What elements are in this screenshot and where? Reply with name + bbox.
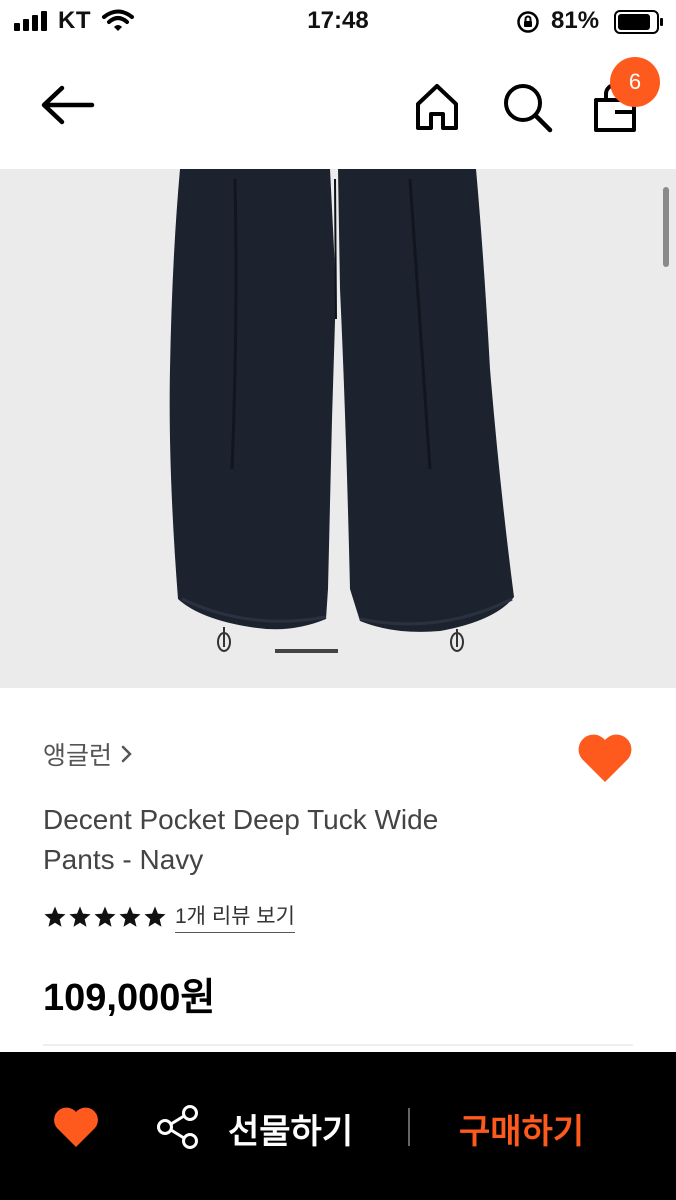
gift-button[interactable]: 선물하기 — [228, 1104, 353, 1153]
bottom-action-bar: 선물하기 구매하기 — [0, 1052, 676, 1200]
carousel-page-indicator — [275, 649, 338, 653]
nav-bar: 6 — [0, 44, 676, 169]
chevron-right-icon — [121, 745, 132, 763]
product-photo-pants — [169, 169, 514, 652]
buy-button[interactable]: 구매하기 — [459, 1104, 584, 1153]
brand-link[interactable]: 앵글런 — [43, 736, 134, 772]
star-icon — [69, 906, 91, 927]
heart-icon[interactable] — [52, 1105, 100, 1149]
scrollbar[interactable] — [663, 187, 669, 267]
star-icon — [94, 906, 116, 927]
orientation-lock-icon — [517, 11, 539, 33]
divider — [408, 1108, 410, 1146]
cart-count-badge: 6 — [610, 57, 660, 107]
product-image-carousel[interactable] — [0, 169, 676, 688]
star-icon — [44, 906, 66, 927]
star-icon — [119, 906, 141, 927]
status-bar: KT 17:48 81% — [0, 0, 676, 44]
star-icon — [144, 906, 166, 927]
brand-name: 앵글런 — [43, 742, 113, 770]
search-icon[interactable] — [500, 80, 554, 134]
battery-percent: 81% — [551, 7, 600, 34]
review-link[interactable]: 1개 리뷰 보기 — [175, 900, 295, 933]
home-icon[interactable] — [410, 80, 464, 134]
battery-icon — [614, 10, 663, 34]
heart-icon[interactable] — [576, 732, 634, 784]
product-price: 109,000원 — [43, 977, 216, 1019]
product-title: Decent Pocket Deep Tuck Wide Pants - Nav… — [43, 804, 439, 875]
divider — [43, 1044, 633, 1046]
share-icon[interactable] — [155, 1104, 201, 1150]
back-arrow-icon[interactable] — [36, 80, 98, 130]
star-rating — [43, 905, 167, 929]
rating-row: 1개 리뷰 보기 — [43, 900, 295, 933]
